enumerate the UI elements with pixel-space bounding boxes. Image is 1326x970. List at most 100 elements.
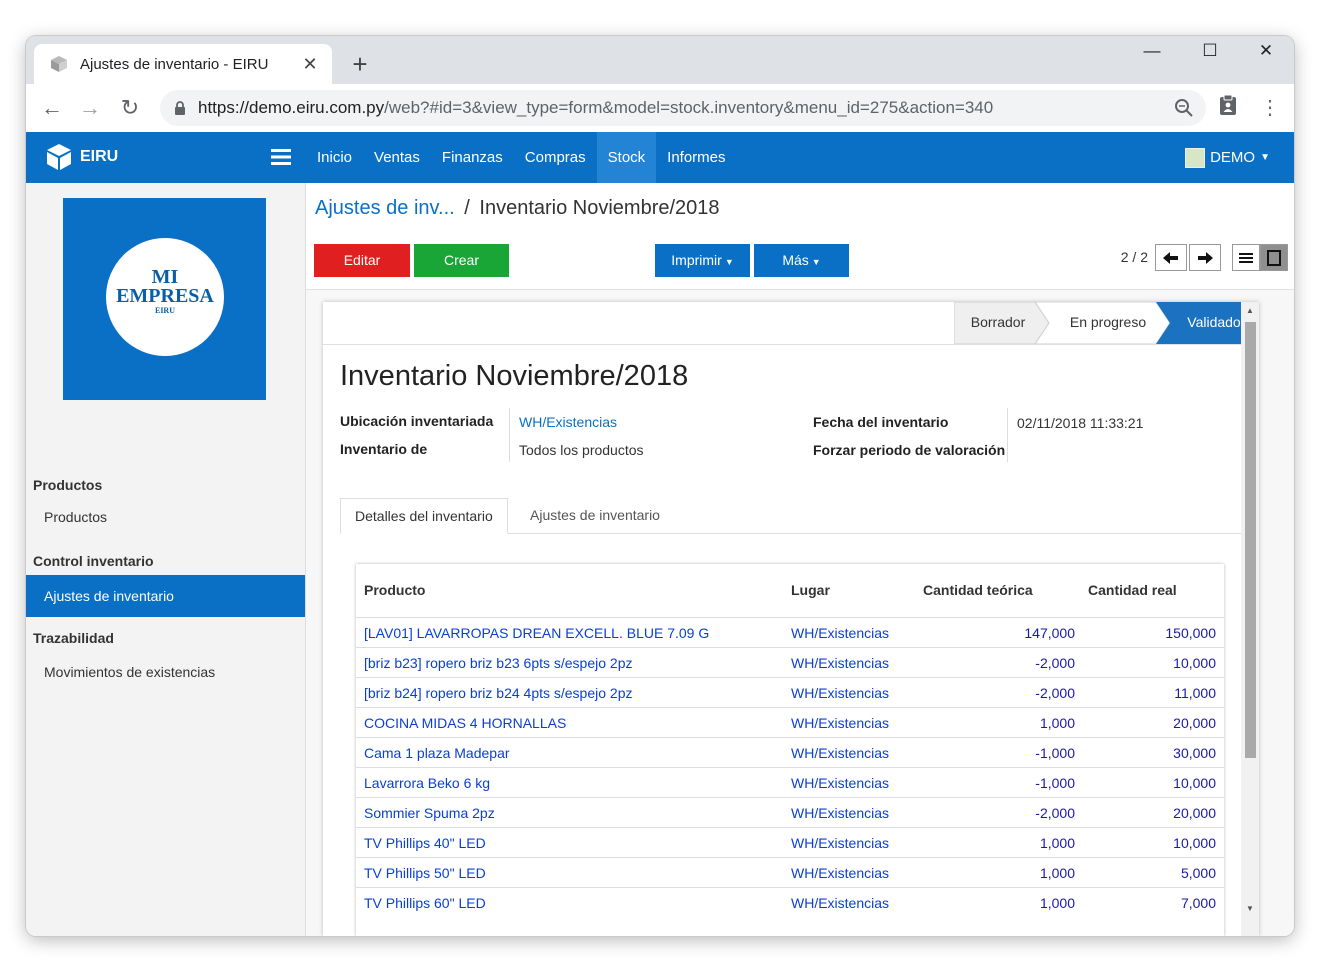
cell-cantidad-teorica: 147,000 [1024, 625, 1075, 641]
more-dropdown-button[interactable]: Más ▼ [754, 244, 849, 277]
cell-cantidad-real: 10,000 [1173, 775, 1216, 791]
menu-item-inicio[interactable]: Inicio [306, 132, 363, 183]
clipboard-extension-icon[interactable] [1214, 94, 1242, 122]
cell-lugar: WH/Existencias [791, 715, 890, 731]
form-view-button[interactable] [1260, 244, 1288, 271]
field-separator [1007, 408, 1008, 462]
cell-cantidad-teorica: 1,000 [1039, 865, 1075, 881]
cell-lugar: WH/Existencias [791, 625, 890, 641]
table-row[interactable]: TV Phillips 50" LED WH/Existencias 1,000 5,… [356, 857, 1224, 888]
print-label: Imprimir [671, 252, 722, 268]
location-value[interactable]: WH/Existencias [519, 414, 617, 430]
sidebar-item-ajustes-de-inventario[interactable]: Ajustes de inventario [26, 575, 305, 617]
cell-cantidad-teorica: -2,000 [1035, 685, 1075, 701]
arrow-right-icon [1198, 251, 1213, 264]
scroll-down-icon[interactable]: ▼ [1246, 904, 1254, 913]
table-row[interactable]: [briz b23] ropero briz b23 6pts s/espejo… [356, 647, 1224, 678]
cell-producto: COCINA MIDAS 4 HORNALLAS [364, 715, 567, 731]
scrollbar-thumb[interactable] [1245, 322, 1256, 758]
cell-producto: Cama 1 plaza Madepar [364, 745, 510, 761]
date-label: Fecha del inventario [813, 414, 949, 430]
menu-item-stock[interactable]: Stock [596, 132, 657, 183]
scroll-up-icon[interactable]: ▲ [1246, 306, 1254, 315]
cell-lugar: WH/Existencias [791, 655, 890, 671]
sidebar-item-productos[interactable]: Productos [26, 496, 305, 538]
brand[interactable]: EIRU [44, 142, 118, 172]
close-window-icon[interactable]: ✕ [1238, 36, 1294, 68]
pager-value: 2 / 2 [1120, 249, 1148, 265]
cell-producto: [LAV01] LAVARROPAS DREAN EXCELL. BLUE 7.… [364, 625, 710, 641]
caret-down-icon: ▼ [1260, 152, 1270, 163]
cell-lugar: WH/Existencias [791, 835, 890, 851]
left-sidebar: MI EMPRESA EIRU Productos Productos Cont… [26, 183, 306, 936]
table-row[interactable]: [briz b24] ropero briz b24 4pts s/espejo… [356, 677, 1224, 708]
close-tab-icon[interactable]: ✕ [298, 54, 322, 75]
main-content: Ajustes de inv... / Inventario Noviembre… [306, 183, 1294, 936]
table-row[interactable]: TV Phillips 40" LED WH/Existencias 1,000 10… [356, 827, 1224, 858]
breadcrumb: Ajustes de inv... / Inventario Noviembre… [315, 197, 720, 220]
browser-tab[interactable]: Ajustes de inventario - EIRU ✕ [34, 44, 332, 84]
table-row[interactable]: Sommier Spuma 2pz WH/Existencias -2,000 20,… [356, 797, 1224, 828]
address-bar: ← → ↻ https://demo.eiru.com.py/web?#id=3… [26, 84, 1294, 133]
pager-previous-button[interactable] [1155, 244, 1187, 271]
menu-item-ventas[interactable]: Ventas [363, 132, 431, 183]
control-panel: Ajustes de inv... / Inventario Noviembre… [306, 183, 1294, 290]
menu-item-finanzas[interactable]: Finanzas [431, 132, 514, 183]
caret-down-icon: ▼ [724, 257, 734, 267]
logo-circle: MI EMPRESA EIRU [106, 238, 224, 356]
column-header-lugar[interactable]: Lugar [791, 564, 830, 617]
user-menu[interactable]: DEMO ▼ [1185, 132, 1270, 183]
cell-lugar: WH/Existencias [791, 805, 890, 821]
column-header-cantidad-teorica[interactable]: Cantidad teórica [923, 564, 1033, 617]
cell-producto: TV Phillips 50" LED [364, 865, 486, 881]
cell-lugar: WH/Existencias [791, 745, 890, 761]
zoom-icon[interactable] [1174, 98, 1194, 118]
url-text: https://demo.eiru.com.py/web?#id=3&view_… [198, 98, 994, 117]
more-label: Más [782, 252, 809, 268]
arrow-left-icon [1163, 251, 1178, 264]
table-row[interactable]: Cama 1 plaza Madepar WH/Existencias -1,000… [356, 737, 1224, 768]
print-dropdown-button[interactable]: Imprimir ▼ [655, 244, 750, 277]
column-header-producto[interactable]: Producto [364, 564, 425, 617]
url-omnibox[interactable]: https://demo.eiru.com.py/web?#id=3&view_… [160, 90, 1206, 126]
cell-cantidad-real: 5,000 [1180, 865, 1216, 881]
reload-icon[interactable]: ↻ [114, 92, 146, 124]
menu-item-informes[interactable]: Informes [656, 132, 736, 183]
table-row[interactable]: Lavarrora Beko 6 kg WH/Existencias -1,000 1… [356, 767, 1224, 798]
table-row[interactable]: TV Phillips 60" LED WH/Existencias 1,000 7,… [356, 887, 1224, 918]
kebab-menu-icon[interactable]: ⋮ [1256, 94, 1284, 122]
hamburger-menu-icon[interactable] [270, 146, 292, 168]
breadcrumb-parent-link[interactable]: Ajustes de inv... [315, 197, 455, 219]
table-row[interactable]: COCINA MIDAS 4 HORNALLAS WH/Existencias 1,… [356, 707, 1224, 738]
main-menu: Inicio Ventas Finanzas Compras Stock Inf… [306, 132, 737, 183]
stage-borrador[interactable]: Borrador [954, 302, 1042, 344]
tab-ajustes-de-inventario[interactable]: Ajustes de inventario [516, 498, 674, 533]
sidebar-item-movimientos-de-existencias[interactable]: Movimientos de existencias [26, 651, 305, 693]
tab-detalles-del-inventario[interactable]: Detalles del inventario [340, 498, 508, 534]
date-value: 02/11/2018 11:33:21 [1017, 415, 1144, 431]
new-tab-button[interactable]: + [344, 48, 376, 80]
cell-lugar: WH/Existencias [791, 685, 890, 701]
edit-button[interactable]: Editar [314, 244, 410, 277]
cell-cantidad-teorica: -2,000 [1035, 655, 1075, 671]
column-header-cantidad-real[interactable]: Cantidad real [1088, 564, 1177, 617]
stage-en-progreso[interactable]: En progreso [1049, 302, 1167, 344]
create-button[interactable]: Crear [414, 244, 509, 277]
scrollbar[interactable]: ▲ ▼ [1241, 302, 1259, 936]
back-arrow-icon[interactable]: ← [36, 92, 68, 124]
lock-icon [175, 100, 185, 115]
pager-next-button[interactable] [1189, 244, 1221, 271]
cell-cantidad-teorica: 1,000 [1039, 835, 1075, 851]
cube-favicon-icon [51, 56, 67, 72]
avatar [1185, 147, 1206, 168]
maximize-icon[interactable]: ☐ [1182, 36, 1238, 68]
minimize-icon[interactable]: — [1124, 36, 1180, 68]
table-row[interactable]: [LAV01] LAVARROPAS DREAN EXCELL. BLUE 7.… [356, 617, 1224, 648]
cell-cantidad-real: 20,000 [1173, 715, 1216, 731]
list-view-button[interactable] [1232, 244, 1260, 271]
menu-item-compras[interactable]: Compras [514, 132, 597, 183]
cell-cantidad-real: 150,000 [1165, 625, 1216, 641]
cell-cantidad-teorica: 1,000 [1039, 895, 1075, 911]
cell-producto: [briz b24] ropero briz b24 4pts s/espejo… [364, 685, 633, 701]
forward-arrow-icon[interactable]: → [74, 92, 106, 124]
